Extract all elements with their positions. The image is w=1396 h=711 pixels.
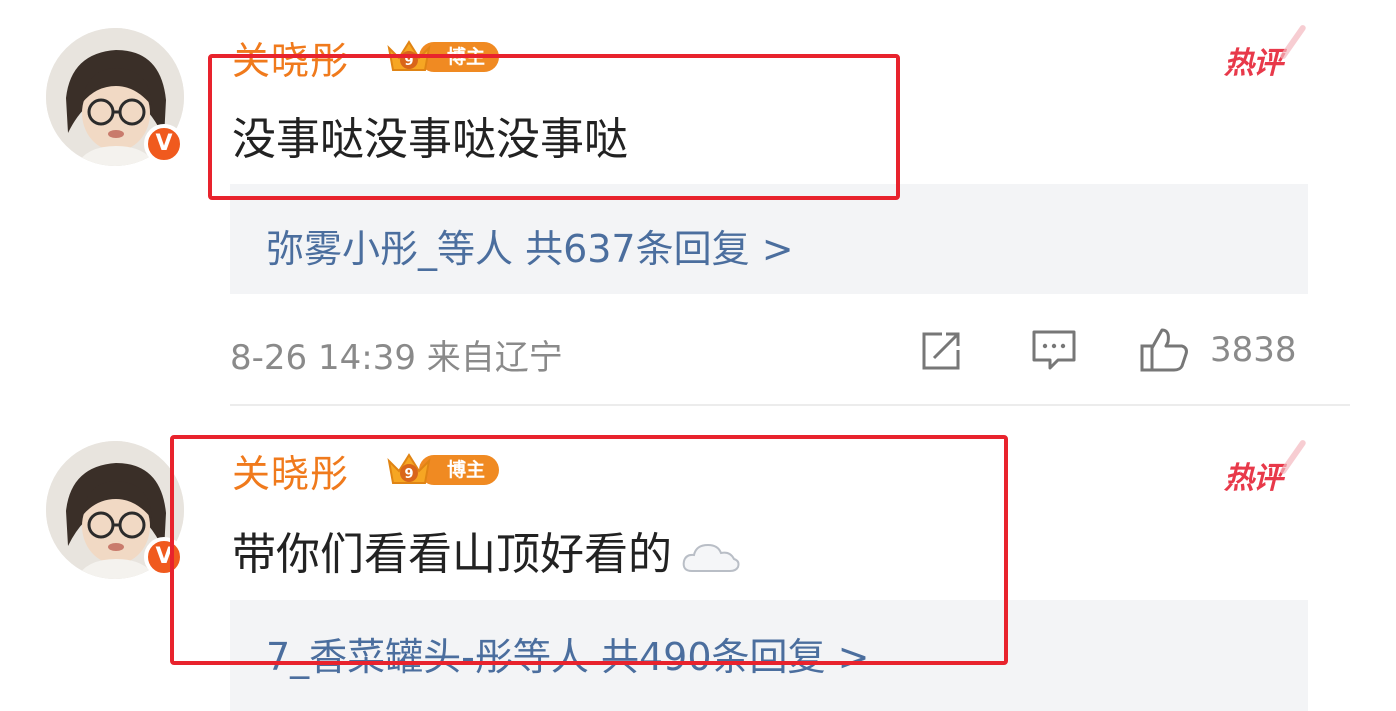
hot-comment-tag: 热评 xyxy=(1224,23,1307,82)
share-icon[interactable] xyxy=(918,326,964,374)
like-count: 3838 xyxy=(1210,330,1297,370)
reply-summary-box[interactable]: 弥雾小彤_等人 共637条回复 > xyxy=(230,184,1308,294)
highlight-box xyxy=(170,435,1008,665)
timestamp-location: 8-26 14:39 来自辽宁 xyxy=(230,338,563,378)
highlight-box xyxy=(208,54,900,200)
reply-summary-link[interactable]: 弥雾小彤_等人 共637条回复 > xyxy=(266,218,794,273)
comment-1: V 关晓彤 博主 9 热评 没事哒没事哒没事哒 弥雾小彤_等人 共637条回复 … xyxy=(0,0,1396,406)
comment-2: V 关晓彤 博主 9 热评 带你们看看山顶好看的 7_香菜罐头-彤等人 共490… xyxy=(0,405,1396,711)
like-icon[interactable] xyxy=(1138,326,1190,374)
hot-comment-tag: 热评 xyxy=(1224,438,1307,497)
verified-badge-icon: V xyxy=(144,124,184,164)
comment-icon[interactable] xyxy=(1030,326,1078,374)
